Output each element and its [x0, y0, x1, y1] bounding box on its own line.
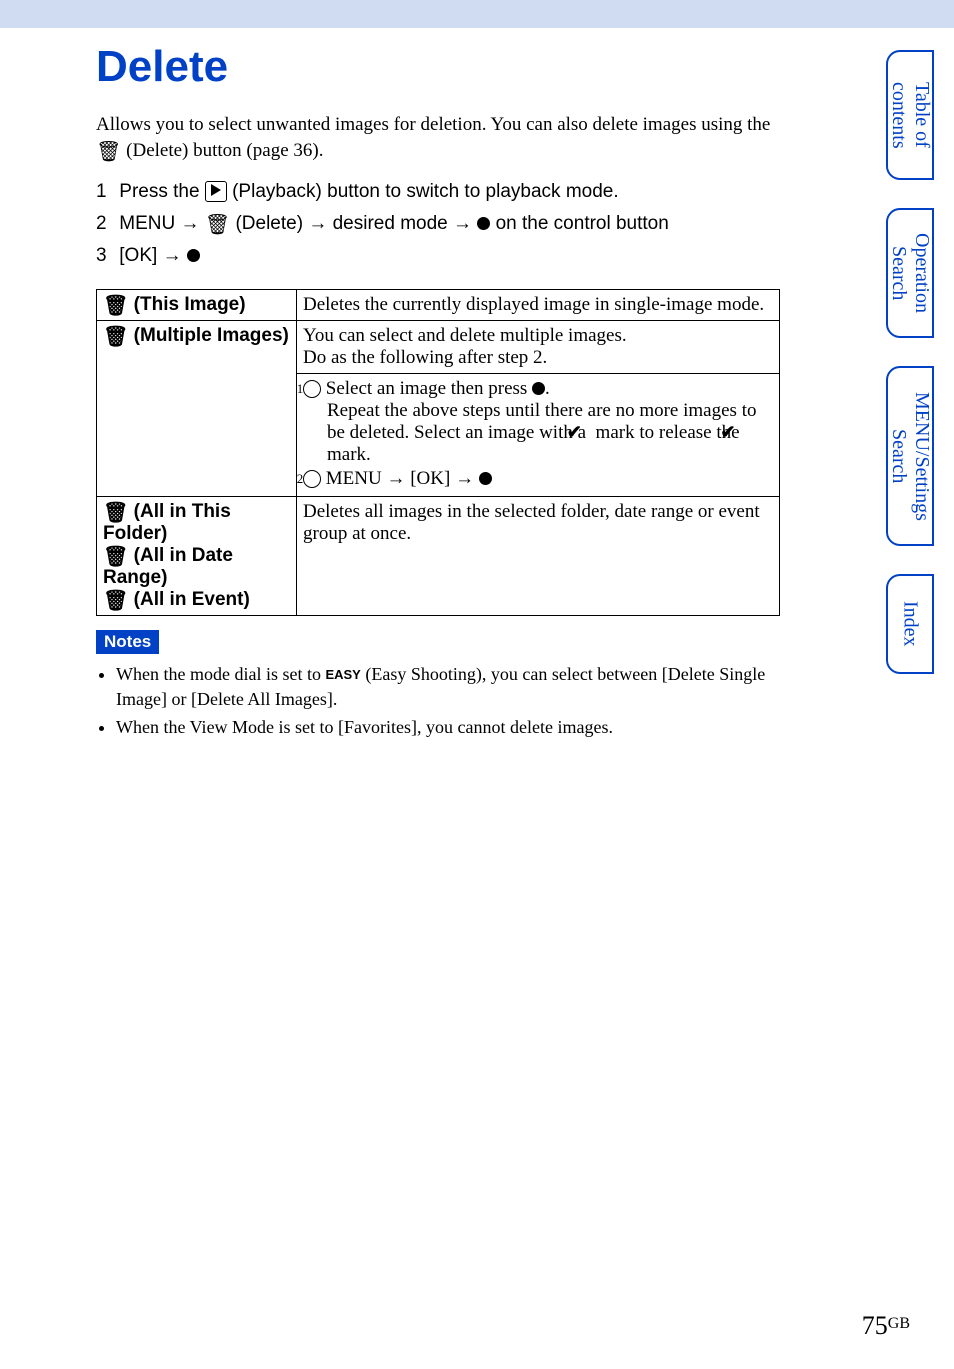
intro-text: Allows you to select unwanted images for…: [96, 112, 780, 163]
page-content: Delete Allows you to select unwanted ima…: [0, 28, 820, 739]
side-tabs: Table of contents Operation Search MENU/…: [886, 50, 934, 702]
center-button-icon: [479, 472, 492, 485]
center-button-icon: [532, 382, 545, 395]
step1-suffix: (Playback) button to switch to playback …: [232, 181, 619, 202]
table-row: 🗑 (Multiple Images) You can select and d…: [97, 321, 780, 497]
row2-desc: You can select and delete multiple image…: [297, 321, 780, 497]
step2-b: (Delete): [235, 213, 308, 234]
intro-line2: (Delete) button (page 36).: [121, 140, 323, 161]
row1-label: 🗑 (This Image): [97, 290, 297, 321]
tab-menu-settings-search[interactable]: MENU/Settings Search: [886, 366, 934, 546]
trash-icon: 🗑: [96, 142, 121, 162]
step-number: 2: [96, 213, 114, 235]
row2-label: 🗑 (Multiple Images): [97, 321, 297, 497]
circled-1-icon: 1: [303, 380, 321, 398]
notes-list: When the mode dial is set to EASY (Easy …: [100, 662, 780, 739]
header-band: [0, 0, 954, 28]
tab-contents[interactable]: Table of contents: [886, 50, 934, 180]
intro-line1: Allows you to select unwanted images for…: [96, 114, 770, 135]
page-number: 75GB: [862, 1311, 910, 1341]
arrow-icon: →: [181, 213, 200, 234]
row2-substep2: 2 MENU → [OK] →: [303, 468, 773, 490]
step-number: 3: [96, 245, 114, 267]
note-1: When the mode dial is set to EASY (Easy …: [116, 662, 780, 711]
arrow-icon: →: [386, 468, 405, 489]
tab-index[interactable]: Index: [886, 574, 934, 674]
arrow-icon: →: [308, 213, 327, 234]
notes-heading: Notes: [96, 630, 159, 654]
row3-label: 🗑 (All in This Folder) 🗑 (All in Date Ra…: [97, 497, 297, 616]
row2-label-text: (Multiple Images): [128, 325, 288, 346]
note-2: When the View Mode is set to [Favorites]…: [116, 715, 780, 739]
r2b1e: mark.: [327, 444, 371, 465]
step-number: 1: [96, 181, 114, 203]
tab-operation-search[interactable]: Operation Search: [886, 208, 934, 338]
row1-desc: Deletes the currently displayed image in…: [297, 290, 780, 321]
row3-desc: Deletes all images in the selected folde…: [297, 497, 780, 616]
arrow-icon: →: [453, 213, 472, 234]
step2-d: on the control button: [496, 213, 669, 234]
row1-label-text: (This Image): [128, 294, 245, 315]
modes-table: 🗑 (This Image) Deletes the currently dis…: [96, 289, 780, 616]
r2b1a: Select an image then press: [326, 378, 532, 399]
trash-multiple-icon: 🗑: [103, 327, 128, 347]
trash-icon: 🗑: [205, 215, 230, 235]
row2-substep1: 1 Select an image then press . Repeat th…: [303, 378, 773, 466]
r2b2b: [OK]: [405, 468, 455, 489]
page-suffix: GB: [888, 1315, 910, 1332]
step-2: 2 MENU → 🗑 (Delete) → desired mode → on …: [96, 213, 780, 235]
step2-c: desired mode: [333, 213, 453, 234]
trash-this-icon: 🗑: [103, 296, 128, 316]
step2-a: MENU: [119, 213, 180, 234]
playback-icon: [205, 181, 227, 202]
trash-date-icon: 🗑: [103, 547, 128, 567]
n1a: When the mode dial is set to: [116, 664, 325, 684]
arrow-icon: →: [163, 245, 182, 266]
row2-top2: Do as the following after step 2.: [303, 347, 773, 369]
row2-top1: You can select and delete multiple image…: [303, 325, 773, 347]
table-row: 🗑 (All in This Folder) 🗑 (All in Date Ra…: [97, 497, 780, 616]
trash-folder-icon: 🗑: [103, 503, 128, 523]
page-num: 75: [862, 1311, 888, 1340]
easy-mode-label: EASY: [325, 667, 360, 682]
steps-list: 1 Press the (Playback) button to switch …: [96, 181, 780, 267]
r2b1b: .: [545, 378, 550, 399]
arrow-icon: →: [455, 468, 474, 489]
r2b2a: MENU: [326, 468, 387, 489]
step1-prefix: Press the: [119, 181, 205, 202]
step-3: 3 [OK] →: [96, 245, 780, 267]
center-button-icon: [477, 217, 490, 230]
step3-a: [OK]: [119, 245, 162, 266]
circled-2-icon: 2: [303, 470, 321, 488]
r3l3: (All in Event): [128, 589, 249, 610]
table-row: 🗑 (This Image) Deletes the currently dis…: [97, 290, 780, 321]
center-button-icon: [187, 249, 200, 262]
step-1: 1 Press the (Playback) button to switch …: [96, 181, 780, 203]
trash-event-icon: 🗑: [103, 591, 128, 611]
page-title: Delete: [96, 42, 780, 92]
